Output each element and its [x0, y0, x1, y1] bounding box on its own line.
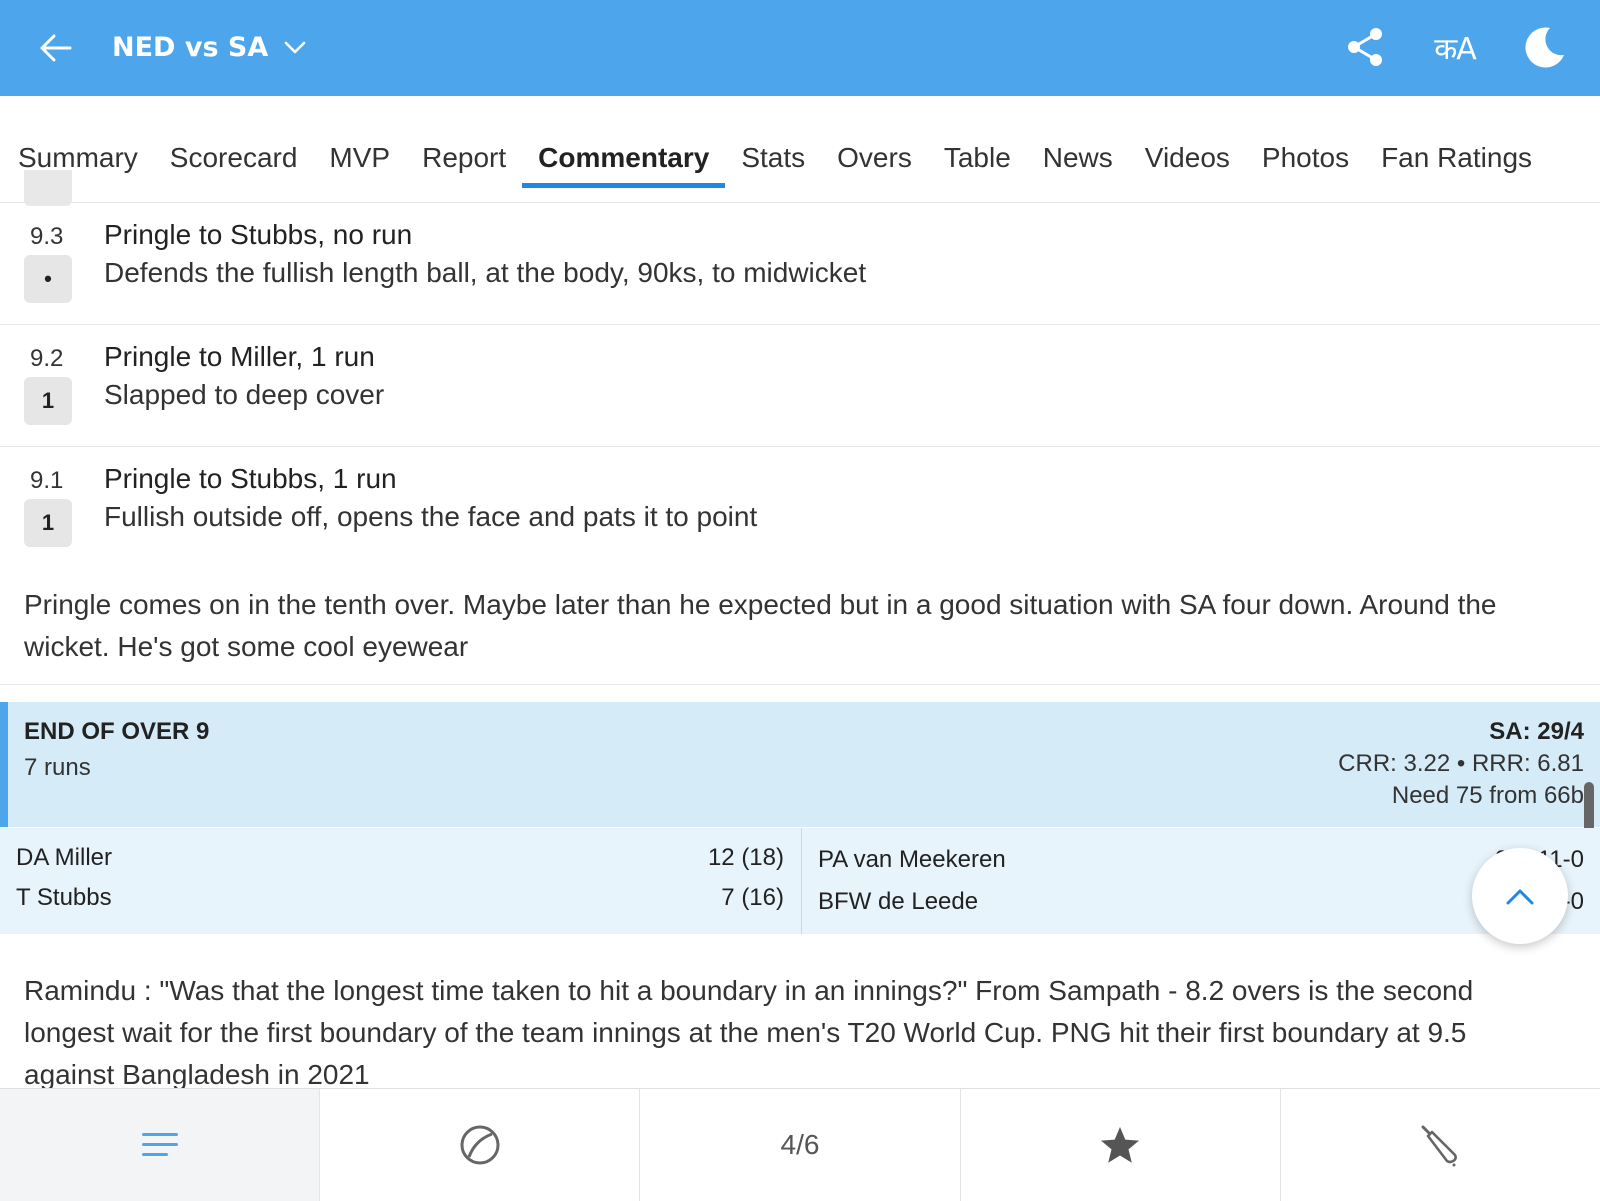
end-of-over-summary: END OF OVER 9 7 runs SA: 29/4 CRR: 3.22 … [0, 702, 1600, 827]
ball-commentary-item: 9.3 • Pringle to Stubbs, no run Defends … [0, 202, 1600, 323]
ball-commentary-item: 9.2 1 Pringle to Miller, 1 run Slapped t… [0, 324, 1600, 445]
commentary-feed[interactable]: 9.3 • Pringle to Stubbs, no run Defends … [0, 150, 1600, 1090]
bottom-navigation: 4/6 [0, 1088, 1600, 1201]
cricket-bat-icon [1421, 1125, 1458, 1167]
ball-result-badge: 1 [24, 499, 72, 547]
match-title: NED vs SA [112, 32, 269, 63]
ball-badge [24, 170, 72, 206]
chevron-up-icon [1506, 889, 1534, 905]
menu-button[interactable] [0, 1089, 321, 1201]
cricket-ball-icon [460, 1125, 500, 1165]
app-bar: NED vs SA कA [0, 0, 1600, 96]
bowler-name: PA van Meekeren [818, 846, 1006, 873]
target-need: Need 75 from 66b [1391, 782, 1584, 809]
language-toggle[interactable]: कA [1430, 22, 1480, 72]
ball-text: Fullish outside off, opens the face and … [104, 501, 758, 532]
over-number: 9.3 [30, 223, 64, 250]
bat-button[interactable] [1281, 1089, 1600, 1201]
favourite-button[interactable] [961, 1089, 1281, 1201]
batter-score: 7 (16) [721, 884, 784, 911]
commentary-note: Ramindu : "Was that the longest time tak… [24, 975, 1474, 1090]
team-score: SA: 29/4 [1489, 718, 1584, 745]
batter-name: DA Miller [16, 844, 113, 871]
ball-text: Defends the fullish length ball, at the … [104, 257, 867, 288]
arrow-left-icon[interactable] [36, 28, 76, 68]
moon-icon[interactable] [1520, 22, 1570, 72]
ball-title: Pringle to Miller, 1 run [104, 341, 375, 372]
over-number: 9.1 [30, 467, 64, 494]
over-number: 9.2 [30, 345, 64, 372]
page-indicator-cell[interactable]: 4/6 [640, 1089, 961, 1201]
scrollbar-thumb[interactable] [1584, 782, 1594, 834]
column-divider [801, 828, 802, 934]
commentary-note: Pringle comes on in the tenth over. Mayb… [24, 589, 1497, 662]
batter-name: T Stubbs [16, 884, 112, 911]
divider [0, 684, 1600, 685]
share-icon[interactable] [1340, 22, 1390, 72]
chevron-down-icon [284, 41, 306, 54]
ball-title: Pringle to Stubbs, 1 run [104, 463, 397, 494]
scroll-to-top-button[interactable] [1472, 848, 1568, 944]
ball-title: Pringle to Stubbs, no run [104, 219, 413, 250]
ball-result-badge: • [24, 255, 72, 303]
batter-score: 12 (18) [707, 844, 784, 871]
end-of-over-heading: END OF OVER 9 [24, 718, 210, 745]
run-rates: CRR: 3.22 • RRR: 6.81 [1338, 750, 1584, 777]
menu-lines-icon [141, 1133, 178, 1156]
star-icon [1101, 1127, 1140, 1163]
ball-result-badge: 1 [24, 377, 72, 425]
match-title-dropdown[interactable]: NED vs SA [112, 28, 306, 68]
over-runs: 7 runs [24, 754, 91, 781]
ball-button[interactable] [320, 1089, 641, 1201]
ball-commentary-item: 9.1 1 Pringle to Stubbs, 1 run Fullish o… [0, 446, 1600, 567]
bowler-name: BFW de Leede [818, 888, 979, 915]
page-indicator: 4/6 [780, 1129, 820, 1160]
ball-text: Slapped to deep cover [104, 379, 385, 410]
players-summary: DA Miller 12 (18) T Stubbs 7 (16) PA van… [0, 828, 1600, 934]
